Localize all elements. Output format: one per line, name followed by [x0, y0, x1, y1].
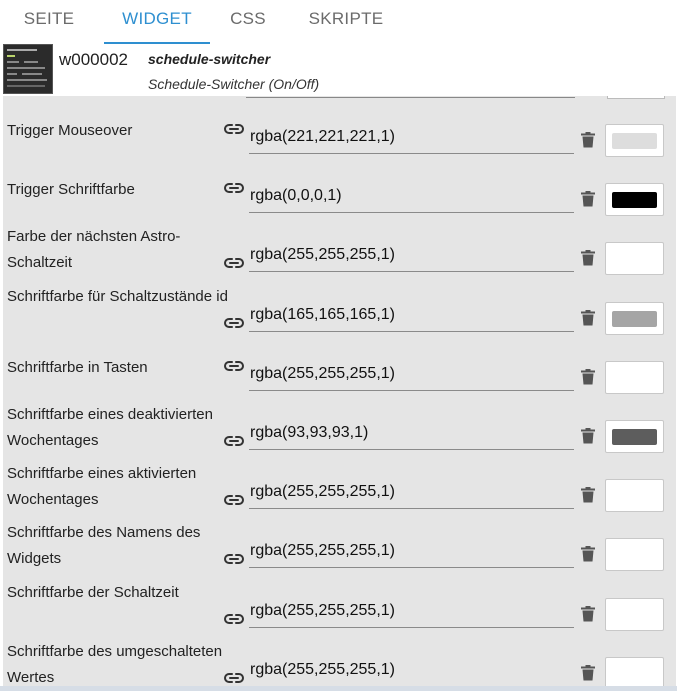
trash-icon[interactable]	[581, 369, 595, 385]
link-icon[interactable]	[224, 181, 244, 193]
color-swatch-fill	[612, 370, 657, 386]
widget-type: schedule-switcher	[148, 51, 271, 67]
tab-skripte[interactable]: SKRIPTE	[294, 0, 398, 44]
properties-panel: Trigger Mouseover rgba(221,221,221,1) Trig…	[3, 96, 676, 686]
color-value-input[interactable]: rgba(93,93,93,1)	[249, 420, 574, 450]
widget-id: w000002	[59, 50, 129, 69]
color-swatch[interactable]	[605, 242, 664, 275]
property-label: Farbe der nächsten Astro-Schaltzeit	[7, 228, 181, 271]
tab-css[interactable]: CSS	[222, 0, 274, 44]
trash-icon[interactable]	[581, 191, 595, 207]
widget-preview-thumbnail	[3, 44, 53, 94]
property-label: Trigger Mouseover	[7, 122, 133, 139]
color-swatch[interactable]	[605, 420, 664, 453]
property-label: Schriftfarbe in Tasten	[7, 359, 148, 376]
link-icon[interactable]	[224, 612, 244, 624]
tab-seite[interactable]: SEITE	[10, 0, 88, 44]
color-swatch[interactable]	[605, 479, 664, 512]
property-row: Schriftfarbe für Schaltzustände id rgba(1…	[3, 282, 676, 341]
link-icon[interactable]	[224, 122, 244, 134]
tab-widget[interactable]: WIDGET	[104, 0, 210, 44]
color-swatch-fill	[612, 311, 657, 327]
property-row: Trigger Mouseover rgba(221,221,221,1)	[3, 104, 676, 163]
color-value-input[interactable]: rgba(0,0,0,1)	[249, 183, 574, 213]
link-icon[interactable]	[224, 316, 244, 328]
trash-icon[interactable]	[581, 546, 595, 562]
link-icon[interactable]	[224, 493, 244, 505]
color-swatch[interactable]	[605, 657, 664, 686]
property-label: Schriftfarbe eines deaktivierten Wochent…	[7, 406, 213, 449]
widget-description: Schedule-Switcher (On/Off)	[148, 76, 320, 92]
color-swatch[interactable]	[605, 124, 664, 157]
color-swatch[interactable]	[605, 598, 664, 631]
trash-icon[interactable]	[581, 428, 595, 444]
previous-row-remnant	[3, 96, 676, 100]
property-row: Schriftfarbe in Tasten rgba(255,255,255,1…	[3, 341, 676, 400]
property-label: Schriftfarbe des Namens des Widgets	[7, 524, 201, 567]
link-icon[interactable]	[224, 552, 244, 564]
color-value-input[interactable]: rgba(255,255,255,1)	[249, 598, 574, 628]
property-row: Schriftfarbe der Schaltzeit rgba(255,255,…	[3, 578, 676, 637]
color-swatch-fill	[612, 251, 657, 267]
property-row: Schriftfarbe eines deaktivierten Wochent…	[3, 400, 676, 459]
link-icon[interactable]	[224, 256, 244, 268]
trash-icon[interactable]	[581, 487, 595, 503]
color-value-input[interactable]: rgba(165,165,165,1)	[249, 302, 574, 332]
color-swatch[interactable]	[605, 538, 664, 571]
color-swatch-fill	[612, 192, 657, 208]
link-icon[interactable]	[224, 359, 244, 371]
color-value-input[interactable]: rgba(255,255,255,1)	[249, 361, 574, 391]
color-swatch[interactable]	[605, 183, 664, 216]
property-row: Schriftfarbe eines aktivierten Wochentag…	[3, 459, 676, 518]
property-label: Schriftfarbe eines aktivierten Wochentag…	[7, 465, 197, 508]
link-icon[interactable]	[224, 434, 244, 446]
link-icon[interactable]	[224, 671, 244, 683]
color-swatch-fill	[612, 429, 657, 445]
color-swatch[interactable]	[605, 361, 664, 394]
color-value-input[interactable]: rgba(255,255,255,1)	[249, 538, 574, 568]
color-value-input[interactable]: rgba(255,255,255,1)	[249, 479, 574, 509]
property-row: Schriftfarbe des Namens des Widgets rgba(…	[3, 518, 676, 577]
panel-bottom-edge	[0, 686, 677, 691]
tab-bar: SEITE WIDGET CSS SKRIPTE	[0, 0, 677, 44]
property-row: Farbe der nächsten Astro-Schaltzeit rgba(…	[3, 222, 676, 281]
property-row: Trigger Schriftfarbe rgba(0,0,0,1)	[3, 163, 676, 222]
color-value-input[interactable]: rgba(255,255,255,1)	[249, 657, 574, 686]
color-swatch-fill	[612, 547, 657, 563]
color-swatch[interactable]	[605, 302, 664, 335]
color-value-input[interactable]: rgba(221,221,221,1)	[249, 124, 574, 154]
property-label: Schriftfarbe der Schaltzeit	[7, 584, 179, 601]
color-swatch-fill	[612, 666, 657, 682]
color-value-input[interactable]: rgba(255,255,255,1)	[249, 242, 574, 272]
color-swatch-fill	[612, 607, 657, 623]
color-swatch-fill	[612, 488, 657, 504]
trash-icon[interactable]	[581, 132, 595, 148]
widget-header: w000002 schedule-switcher Schedule-Switc…	[0, 44, 677, 96]
property-label: Schriftfarbe des umgeschalteten Wertes	[7, 643, 223, 686]
trash-icon[interactable]	[581, 606, 595, 622]
trash-icon[interactable]	[581, 310, 595, 326]
property-row: Schriftfarbe des umgeschalteten Wertes rg…	[3, 637, 676, 686]
color-swatch-fill	[612, 133, 657, 149]
property-label: Schriftfarbe für Schaltzustände id	[7, 288, 228, 305]
property-label: Trigger Schriftfarbe	[7, 181, 135, 198]
trash-icon[interactable]	[581, 250, 595, 266]
trash-icon[interactable]	[581, 665, 595, 681]
